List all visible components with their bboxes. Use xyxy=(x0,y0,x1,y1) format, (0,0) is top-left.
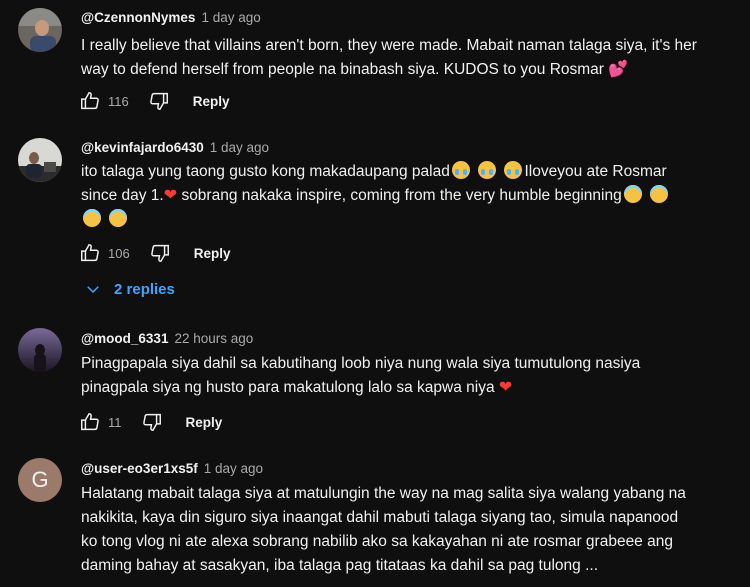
like-count: 11 xyxy=(108,414,122,430)
view-replies-button[interactable]: 2 replies xyxy=(84,280,175,298)
halo-emoji xyxy=(109,209,128,227)
comment-actions: 116 Reply xyxy=(78,88,230,114)
halo-emoji xyxy=(650,185,669,203)
dislike-icon[interactable] xyxy=(148,241,172,265)
avatar[interactable]: G xyxy=(18,458,62,502)
comment-text: I really believe that villains aren't bo… xyxy=(81,37,697,78)
chevron-down-icon xyxy=(87,286,99,294)
comment-meta: @mood_6331 22 hours ago xyxy=(81,331,253,346)
halo-emoji xyxy=(623,185,642,203)
like-count: 106 xyxy=(108,245,130,261)
like-icon[interactable] xyxy=(78,89,102,113)
like-icon[interactable] xyxy=(78,241,102,265)
comment-text: Pinagpapala siya dahil sa kabutihang loo… xyxy=(81,355,641,396)
heart-emoji: ❤ xyxy=(498,379,513,396)
crying-emoji xyxy=(451,161,470,179)
reply-button[interactable]: Reply xyxy=(193,94,230,109)
avatar-letter: G xyxy=(31,467,49,492)
author-handle[interactable]: @user-eo3er1xs5f xyxy=(81,461,198,476)
dislike-icon[interactable] xyxy=(140,410,164,434)
like-count: 116 xyxy=(108,93,129,109)
like-icon[interactable] xyxy=(78,410,102,434)
comment-meta: @user-eo3er1xs5f 1 day ago xyxy=(81,461,263,476)
avatar[interactable] xyxy=(18,138,62,182)
avatar[interactable] xyxy=(18,8,62,52)
comment-actions: 11 Reply xyxy=(78,409,222,435)
author-handle[interactable]: @mood_6331 xyxy=(81,331,168,346)
author-handle[interactable]: @kevinfajardo6430 xyxy=(81,140,204,155)
avatar[interactable] xyxy=(18,328,62,372)
halo-emoji xyxy=(83,209,101,227)
hearts-emoji: 💕 xyxy=(608,61,629,78)
heart-emoji: ❤ xyxy=(163,187,178,204)
comment-meta: @kevinfajardo6430 1 day ago xyxy=(81,140,269,155)
timestamp[interactable]: 1 day ago xyxy=(204,461,263,476)
reply-button[interactable]: Reply xyxy=(194,246,231,261)
crying-emoji xyxy=(478,161,497,179)
timestamp[interactable]: 1 day ago xyxy=(210,140,269,155)
timestamp[interactable]: 1 day ago xyxy=(201,10,260,25)
comment-text: ito talaga yung taong gusto kong makadau… xyxy=(81,160,701,232)
timestamp[interactable]: 22 hours ago xyxy=(174,331,253,346)
crying-emoji xyxy=(504,161,523,179)
author-handle[interactable]: @CzennonNymes xyxy=(81,10,195,25)
reply-button[interactable]: Reply xyxy=(186,415,223,430)
dislike-icon[interactable] xyxy=(147,89,171,113)
comment-text: Halatang mabait talaga siya at matulungi… xyxy=(81,485,686,574)
comment-meta: @CzennonNymes 1 day ago xyxy=(81,10,261,25)
comment-actions: 106 Reply xyxy=(78,240,230,266)
replies-count: 2 replies xyxy=(114,280,175,298)
